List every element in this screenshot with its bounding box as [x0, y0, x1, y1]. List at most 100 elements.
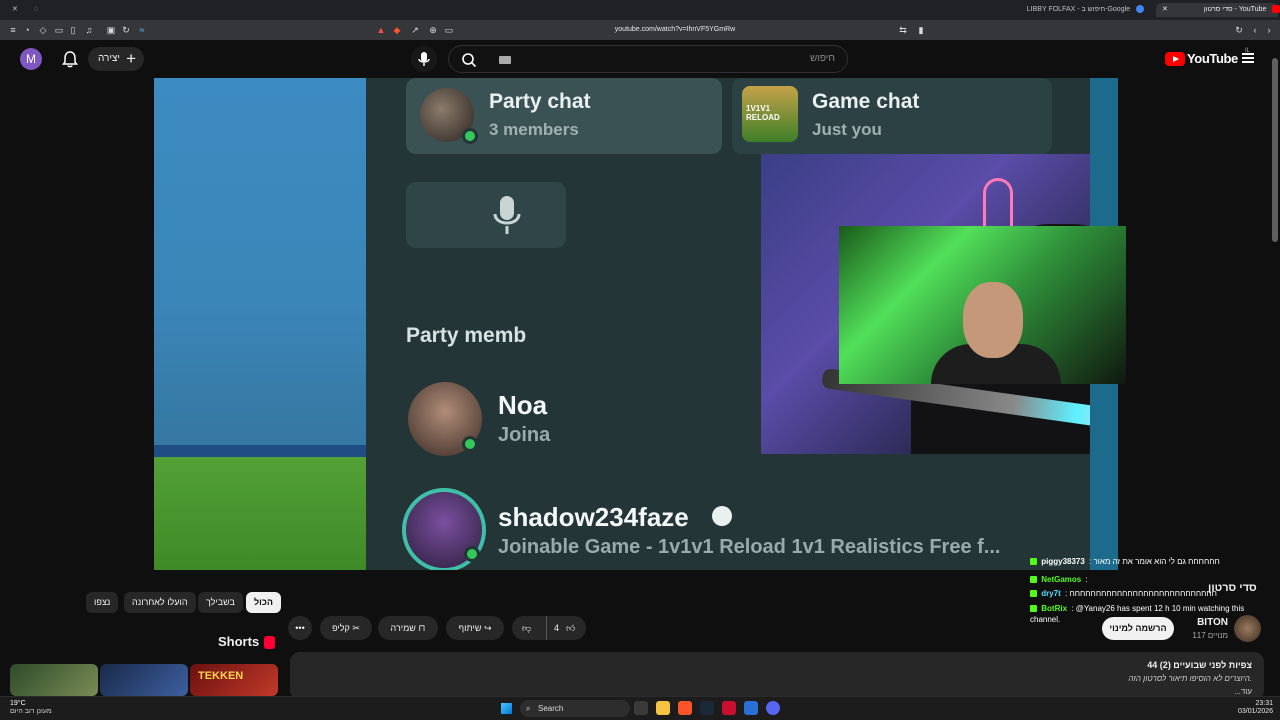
sidebar-icon[interactable]: ▯	[68, 25, 78, 35]
scissors-icon: ✂	[352, 623, 360, 633]
menu-icon[interactable]: ≡	[8, 25, 18, 35]
weather-desc: מעונן רוב היום	[10, 708, 52, 715]
shorts-heading: Shorts	[218, 634, 260, 649]
reload-icon[interactable]: ↻	[121, 25, 131, 35]
shield-icon[interactable]: ◔	[22, 25, 32, 35]
tab-label: סדי סרטון - YouTube	[1203, 6, 1267, 13]
tab-google[interactable]: LIBBY FOLFAX - חיפוש ב-Google	[1020, 3, 1154, 17]
chat-text: channel.	[1030, 615, 1061, 624]
tune-icon[interactable]: ⇆	[898, 25, 908, 35]
create-label: יצירה	[98, 53, 121, 64]
youtube-favicon-icon	[1272, 5, 1280, 14]
page-scrollbar[interactable]	[1272, 58, 1278, 242]
guest-webcam	[839, 226, 1126, 384]
back-icon[interactable]: ‹	[1250, 25, 1260, 35]
chip-watched[interactable]: נצפו	[86, 592, 119, 613]
game-thumbnail: 1V1V1 RELOAD	[742, 86, 798, 142]
hamburger-menu-icon[interactable]	[1242, 53, 1254, 63]
short-thumbnail[interactable]: TEKKEN	[190, 664, 278, 696]
browser-toolbar: ≡ ◔ ◇ ▭ ▯ ♫ ▣ ↻ ≈ ▲ ◆ ↗ ⊕ ▭ youtube.com/…	[0, 20, 1280, 40]
chip-all[interactable]: הכול	[246, 592, 281, 613]
search-icon[interactable]	[461, 52, 477, 68]
search-input[interactable]: חיפוש	[448, 45, 848, 73]
like-dislike-group: 👎︎ 4 👍︎	[512, 616, 586, 640]
short-thumbnail[interactable]	[100, 664, 188, 696]
game-chat-sub: Just you	[812, 120, 882, 139]
brave-browser-icon[interactable]	[678, 701, 692, 715]
voice-search-mic-icon[interactable]	[411, 46, 437, 72]
chip-recently-uploaded[interactable]: הועלו לאחרונה	[124, 592, 196, 613]
chat-user: BotRix	[1041, 604, 1068, 613]
windows-taskbar: 19°C מעונן רוב היום ⌕ Search 23:31 03/01…	[0, 696, 1280, 720]
forward-icon[interactable]: ›	[1264, 25, 1274, 35]
logo-text: YouTube	[1187, 51, 1238, 66]
keyboard-icon[interactable]	[499, 56, 511, 64]
warning-icon[interactable]: ▲	[376, 25, 386, 35]
chat-user: NetGamos	[1041, 575, 1082, 584]
clock-date: 03/01/2026	[1238, 708, 1274, 715]
save-label: שמירה	[390, 623, 416, 633]
tab-label: LIBBY FOLFAX - חיפוש ב-Google	[1026, 6, 1131, 13]
extension-icon[interactable]: ◇	[38, 25, 48, 35]
like-icon[interactable]: 👍︎	[566, 616, 575, 640]
weather-widget[interactable]: 19°C מעונן רוב היום	[10, 700, 52, 716]
member-status: Joina	[498, 424, 551, 446]
taskbar-search[interactable]: ⌕ Search	[520, 700, 630, 717]
create-button[interactable]: יצירה +	[88, 47, 144, 71]
file-explorer-icon[interactable]	[656, 701, 670, 715]
plus-icon: +	[126, 49, 136, 68]
save-button[interactable]: שמירה ⊓	[378, 616, 438, 640]
address-bar[interactable]: youtube.com/watch?v=IhnVF5YGmRw	[440, 24, 910, 36]
system-clock[interactable]: 23:31 03/01/2026	[1238, 700, 1273, 716]
online-dot	[464, 546, 480, 562]
chat-text: : חחחחחחחחחחחחחחחחחחחחחחחחחחחח	[1065, 589, 1217, 598]
share-button[interactable]: שיתוף ↪	[446, 616, 504, 640]
wallet-icon[interactable]: ▭	[54, 25, 64, 35]
account-avatar[interactable]: M	[20, 48, 42, 70]
description-box[interactable]: 44 צפיות לפני שבועיים (2) היוצרים לא הוס…	[290, 652, 1264, 700]
clip-button[interactable]: קליפ ✂	[320, 616, 372, 640]
windows-start-icon[interactable]	[501, 703, 512, 714]
refresh-icon[interactable]: ↻	[1234, 25, 1244, 35]
share-icon[interactable]: ↗	[410, 25, 420, 35]
discord-icon[interactable]	[766, 701, 780, 715]
app-icon[interactable]	[722, 701, 736, 715]
music-icon[interactable]: ♫	[84, 25, 94, 35]
short-thumb-text: TEKKEN	[198, 670, 244, 682]
like-count[interactable]: 4	[554, 616, 559, 640]
window-close-icon[interactable]: ✕	[6, 3, 24, 17]
game-sky	[154, 78, 366, 448]
steam-icon[interactable]	[700, 701, 714, 715]
youtube-play-icon	[1165, 52, 1185, 66]
subscribe-button[interactable]: הרשמה למינוי	[1102, 617, 1174, 640]
chat-badge-icon	[1030, 558, 1037, 566]
description-text: היוצרים לא הוסיפו תיאור לסרטון הזה.	[1128, 674, 1252, 683]
taskbar-search-icon: ⌕	[526, 704, 531, 713]
member-name: Noa	[498, 390, 548, 420]
dislike-icon[interactable]: 👎︎	[522, 616, 531, 640]
notifications-bell-icon[interactable]	[60, 49, 80, 69]
tabs-icon[interactable]: ▣	[106, 25, 116, 35]
browser-tab-bar: ✕ ◌ ✕ סדי סרטון - YouTube LIBBY FOLFAX -…	[0, 0, 1280, 20]
channel-avatar[interactable]	[1234, 615, 1261, 642]
tab-close-icon[interactable]: ✕	[1162, 6, 1168, 13]
party-chat-sub: 3 members	[489, 120, 579, 139]
task-view-icon[interactable]	[634, 701, 648, 715]
window-restore-icon[interactable]: ◌	[28, 3, 44, 17]
tab-youtube[interactable]: ✕ סדי סרטון - YouTube	[1156, 3, 1280, 17]
zoom-icon[interactable]: ⊕	[428, 25, 438, 35]
brave-lion-icon[interactable]: ◆	[392, 25, 402, 35]
platform-icon	[712, 506, 732, 526]
game-chat-title: Game chat	[812, 90, 920, 113]
game-horizon	[154, 445, 366, 457]
channel-name[interactable]: BITON	[1190, 617, 1228, 628]
show-more-link[interactable]: ...עוד	[1234, 687, 1252, 696]
short-thumbnail[interactable]	[10, 664, 98, 696]
wave-icon[interactable]: ≈	[137, 25, 147, 35]
chip-for-you[interactable]: בשבילך	[198, 592, 243, 613]
chat-badge-icon	[1030, 590, 1037, 598]
bookmark-icon[interactable]: ▮	[916, 25, 926, 35]
more-actions-button[interactable]: •••	[288, 616, 312, 640]
chat-text: :	[1085, 575, 1088, 584]
app-icon[interactable]	[744, 701, 758, 715]
